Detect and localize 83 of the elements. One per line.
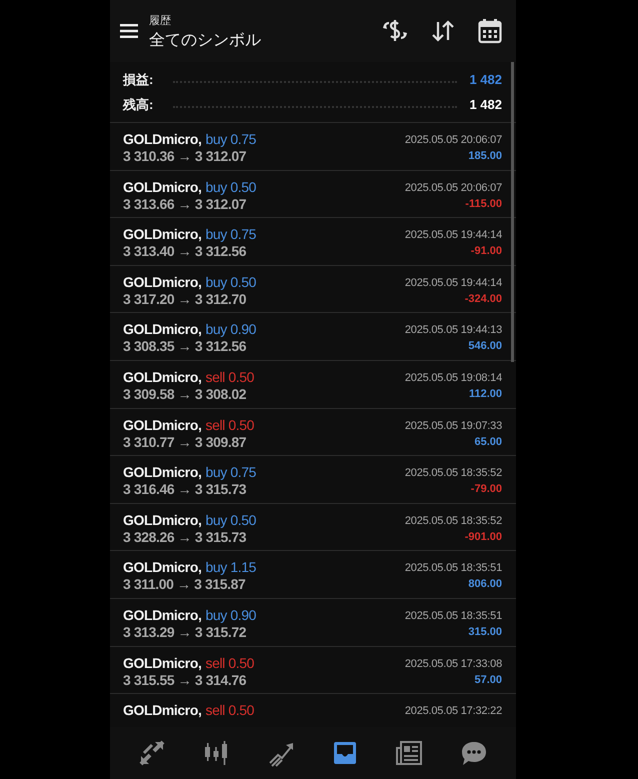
deal-prices: 3 308.35 → 3 312.56 xyxy=(123,338,248,356)
deal-row[interactable]: GOLDmicro, buy 0.50 3 328.26 → 3 315.73 2025.05.05 18:35:52 -901.00 xyxy=(110,504,516,552)
deal-type: buy 1.15 xyxy=(205,559,256,576)
deal-prices: 3 317.20 → 3 312.70 xyxy=(123,290,248,308)
deal-time: 2025.05.05 18:35:52 xyxy=(404,466,502,482)
deal-prices: 3 309.58 → 3 308.02 xyxy=(123,386,248,403)
deal-symbol: GOLDmicro, xyxy=(123,512,202,529)
newspaper-icon xyxy=(395,739,424,767)
deal-profit: -79.00 xyxy=(470,482,502,498)
screen-title: 全てのシンボル xyxy=(149,31,262,51)
deal-row[interactable]: GOLDmicro, buy 0.75 3 316.46 → 3 315.73 2025.05.05 18:35:52 -79.00 xyxy=(110,456,516,504)
dollar-arrows-icon[interactable] xyxy=(382,19,408,43)
trade-arrows-icon xyxy=(138,739,166,767)
screen-subtitle: 履歴 xyxy=(149,14,172,28)
deal-profit: -324.00 xyxy=(464,292,502,307)
deal-type: sell 0.50 xyxy=(205,654,254,672)
deal-symbol: GOLDmicro, xyxy=(123,321,202,338)
deal-prices: 3 311.00 → 3 315.87 xyxy=(123,576,246,594)
deal-type: buy 0.50 xyxy=(205,512,256,529)
deal-profit: 112.00 xyxy=(468,386,502,402)
deal-prices: 3 310.36 → 3 312.07 xyxy=(123,148,248,165)
deal-prices: 3 310.77 → 3 309.87 xyxy=(123,434,248,451)
deal-symbol: GOLDmicro, xyxy=(123,226,202,244)
deal-profit: 65.00 xyxy=(474,434,502,450)
deal-type: buy 0.50 xyxy=(205,274,256,291)
deal-time: 2025.05.05 18:35:51 xyxy=(404,608,502,624)
deal-symbol: GOLDmicro, xyxy=(123,131,202,148)
deal-time: 2025.05.05 19:44:14 xyxy=(404,228,502,244)
deal-time: 2025.05.05 19:08:14 xyxy=(404,370,502,386)
deal-type: buy 0.90 xyxy=(205,606,256,624)
deal-row[interactable]: GOLDmicro, sell 0.50 3 315.55 → 3 314.76 2025.05.05 17:33:08 57.00 xyxy=(110,646,516,694)
deal-type: buy 0.75 xyxy=(205,464,256,482)
deal-type: sell 0.50 xyxy=(205,368,254,386)
summary-label: 残高: xyxy=(123,96,154,114)
deal-prices: 3 315.55 → 3 314.76 xyxy=(123,672,248,689)
deal-row[interactable]: GOLDmicro, sell 0.50 3 309.58 → 3 308.02 2025.05.05 19:08:14 112.00 xyxy=(110,360,516,409)
deal-profit: 57.00 xyxy=(474,672,502,688)
deal-symbol: GOLDmicro, xyxy=(123,702,202,720)
deal-type: buy 0.75 xyxy=(205,131,256,148)
deal-row[interactable]: GOLDmicro, sell 0.50 3 310.77 → 3 309.87 2025.05.05 19:07:33 65.00 xyxy=(110,408,516,456)
deal-prices: 3 313.66 → 3 312.07 xyxy=(123,196,248,213)
deal-type: buy 0.75 xyxy=(205,226,256,244)
deal-type: sell 0.50 xyxy=(205,702,254,720)
deal-prices: 3 313.40 → 3 312.56 xyxy=(123,243,248,260)
deal-symbol: GOLDmicro, xyxy=(123,368,202,386)
deal-type: buy 0.50 xyxy=(205,178,256,196)
deal-time: 2025.05.05 19:44:13 xyxy=(404,323,502,338)
summary-value: 1 482 xyxy=(469,97,502,112)
deal-time: 2025.05.05 17:33:08 xyxy=(404,656,502,672)
deal-profit: 546.00 xyxy=(468,339,502,354)
deal-prices: 3 316.46 → 3 315.73 xyxy=(123,481,248,498)
deal-symbol: GOLDmicro, xyxy=(123,606,202,624)
deal-symbol: GOLDmicro, xyxy=(123,416,202,434)
deal-profit: 185.00 xyxy=(468,149,502,164)
deal-time: 2025.05.05 19:07:33 xyxy=(404,418,502,434)
deal-symbol: GOLDmicro, xyxy=(123,274,202,291)
deal-profit: 315.00 xyxy=(468,624,502,640)
deal-prices: 3 313.29 → 3 315.72 xyxy=(123,624,248,641)
summary-label: 損益: xyxy=(123,70,154,88)
deal-row[interactable]: GOLDmicro, buy 1.15 3 311.00 → 3 315.87 2025.05.05 18:35:51 806.00 xyxy=(110,551,516,599)
calendar-icon[interactable] xyxy=(478,18,502,44)
sort-arrows-icon[interactable] xyxy=(431,19,455,43)
deal-profit: -901.00 xyxy=(464,530,502,545)
deal-symbol: GOLDmicro, xyxy=(123,654,202,672)
deal-time: 2025.05.05 17:32:22 xyxy=(404,704,502,720)
deal-type: buy 0.90 xyxy=(205,321,256,338)
deal-symbol: GOLDmicro, xyxy=(123,178,202,196)
deal-prices: 3 328.26 → 3 315.73 xyxy=(123,528,248,546)
deal-symbol: GOLDmicro, xyxy=(123,559,202,576)
deal-time: 2025.05.05 18:35:51 xyxy=(404,561,502,576)
deal-time: 2025.05.05 18:35:52 xyxy=(404,514,502,529)
summary-value: 1 482 xyxy=(469,72,502,87)
deal-time: 2025.05.05 20:06:07 xyxy=(404,180,502,196)
deal-time: 2025.05.05 20:06:07 xyxy=(404,133,502,148)
deal-type: sell 0.50 xyxy=(205,416,254,434)
menu-icon[interactable] xyxy=(120,24,138,38)
deal-profit: -91.00 xyxy=(470,244,502,260)
deal-time: 2025.05.05 19:44:14 xyxy=(404,276,502,291)
chat-bubble-icon xyxy=(460,739,488,767)
deal-row[interactable]: GOLDmicro, buy 0.90 3 313.29 → 3 315.72 2025.05.05 18:35:51 315.00 xyxy=(110,598,516,647)
deal-symbol: GOLDmicro, xyxy=(123,464,202,482)
deal-profit: -115.00 xyxy=(465,196,502,212)
deal-profit: 806.00 xyxy=(468,577,502,592)
